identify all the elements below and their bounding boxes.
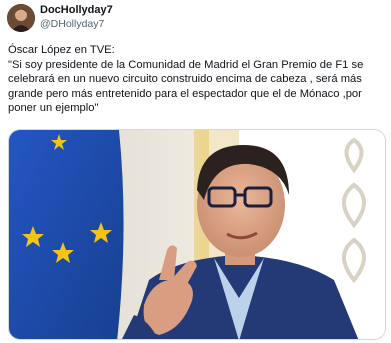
tweet-text: Óscar López en TVE: "Si soy presidente d…	[8, 44, 364, 115]
tweet-card[interactable]: DocHollyday7 @DHollyday7 Óscar López en …	[0, 0, 391, 343]
man-in-blue-suit-speaking-photo	[9, 130, 385, 339]
user-avatar[interactable]	[7, 4, 35, 32]
tweet-photo[interactable]	[8, 129, 386, 340]
display-name[interactable]: DocHollyday7	[40, 4, 113, 16]
user-handle[interactable]: @DHollyday7	[40, 18, 104, 30]
